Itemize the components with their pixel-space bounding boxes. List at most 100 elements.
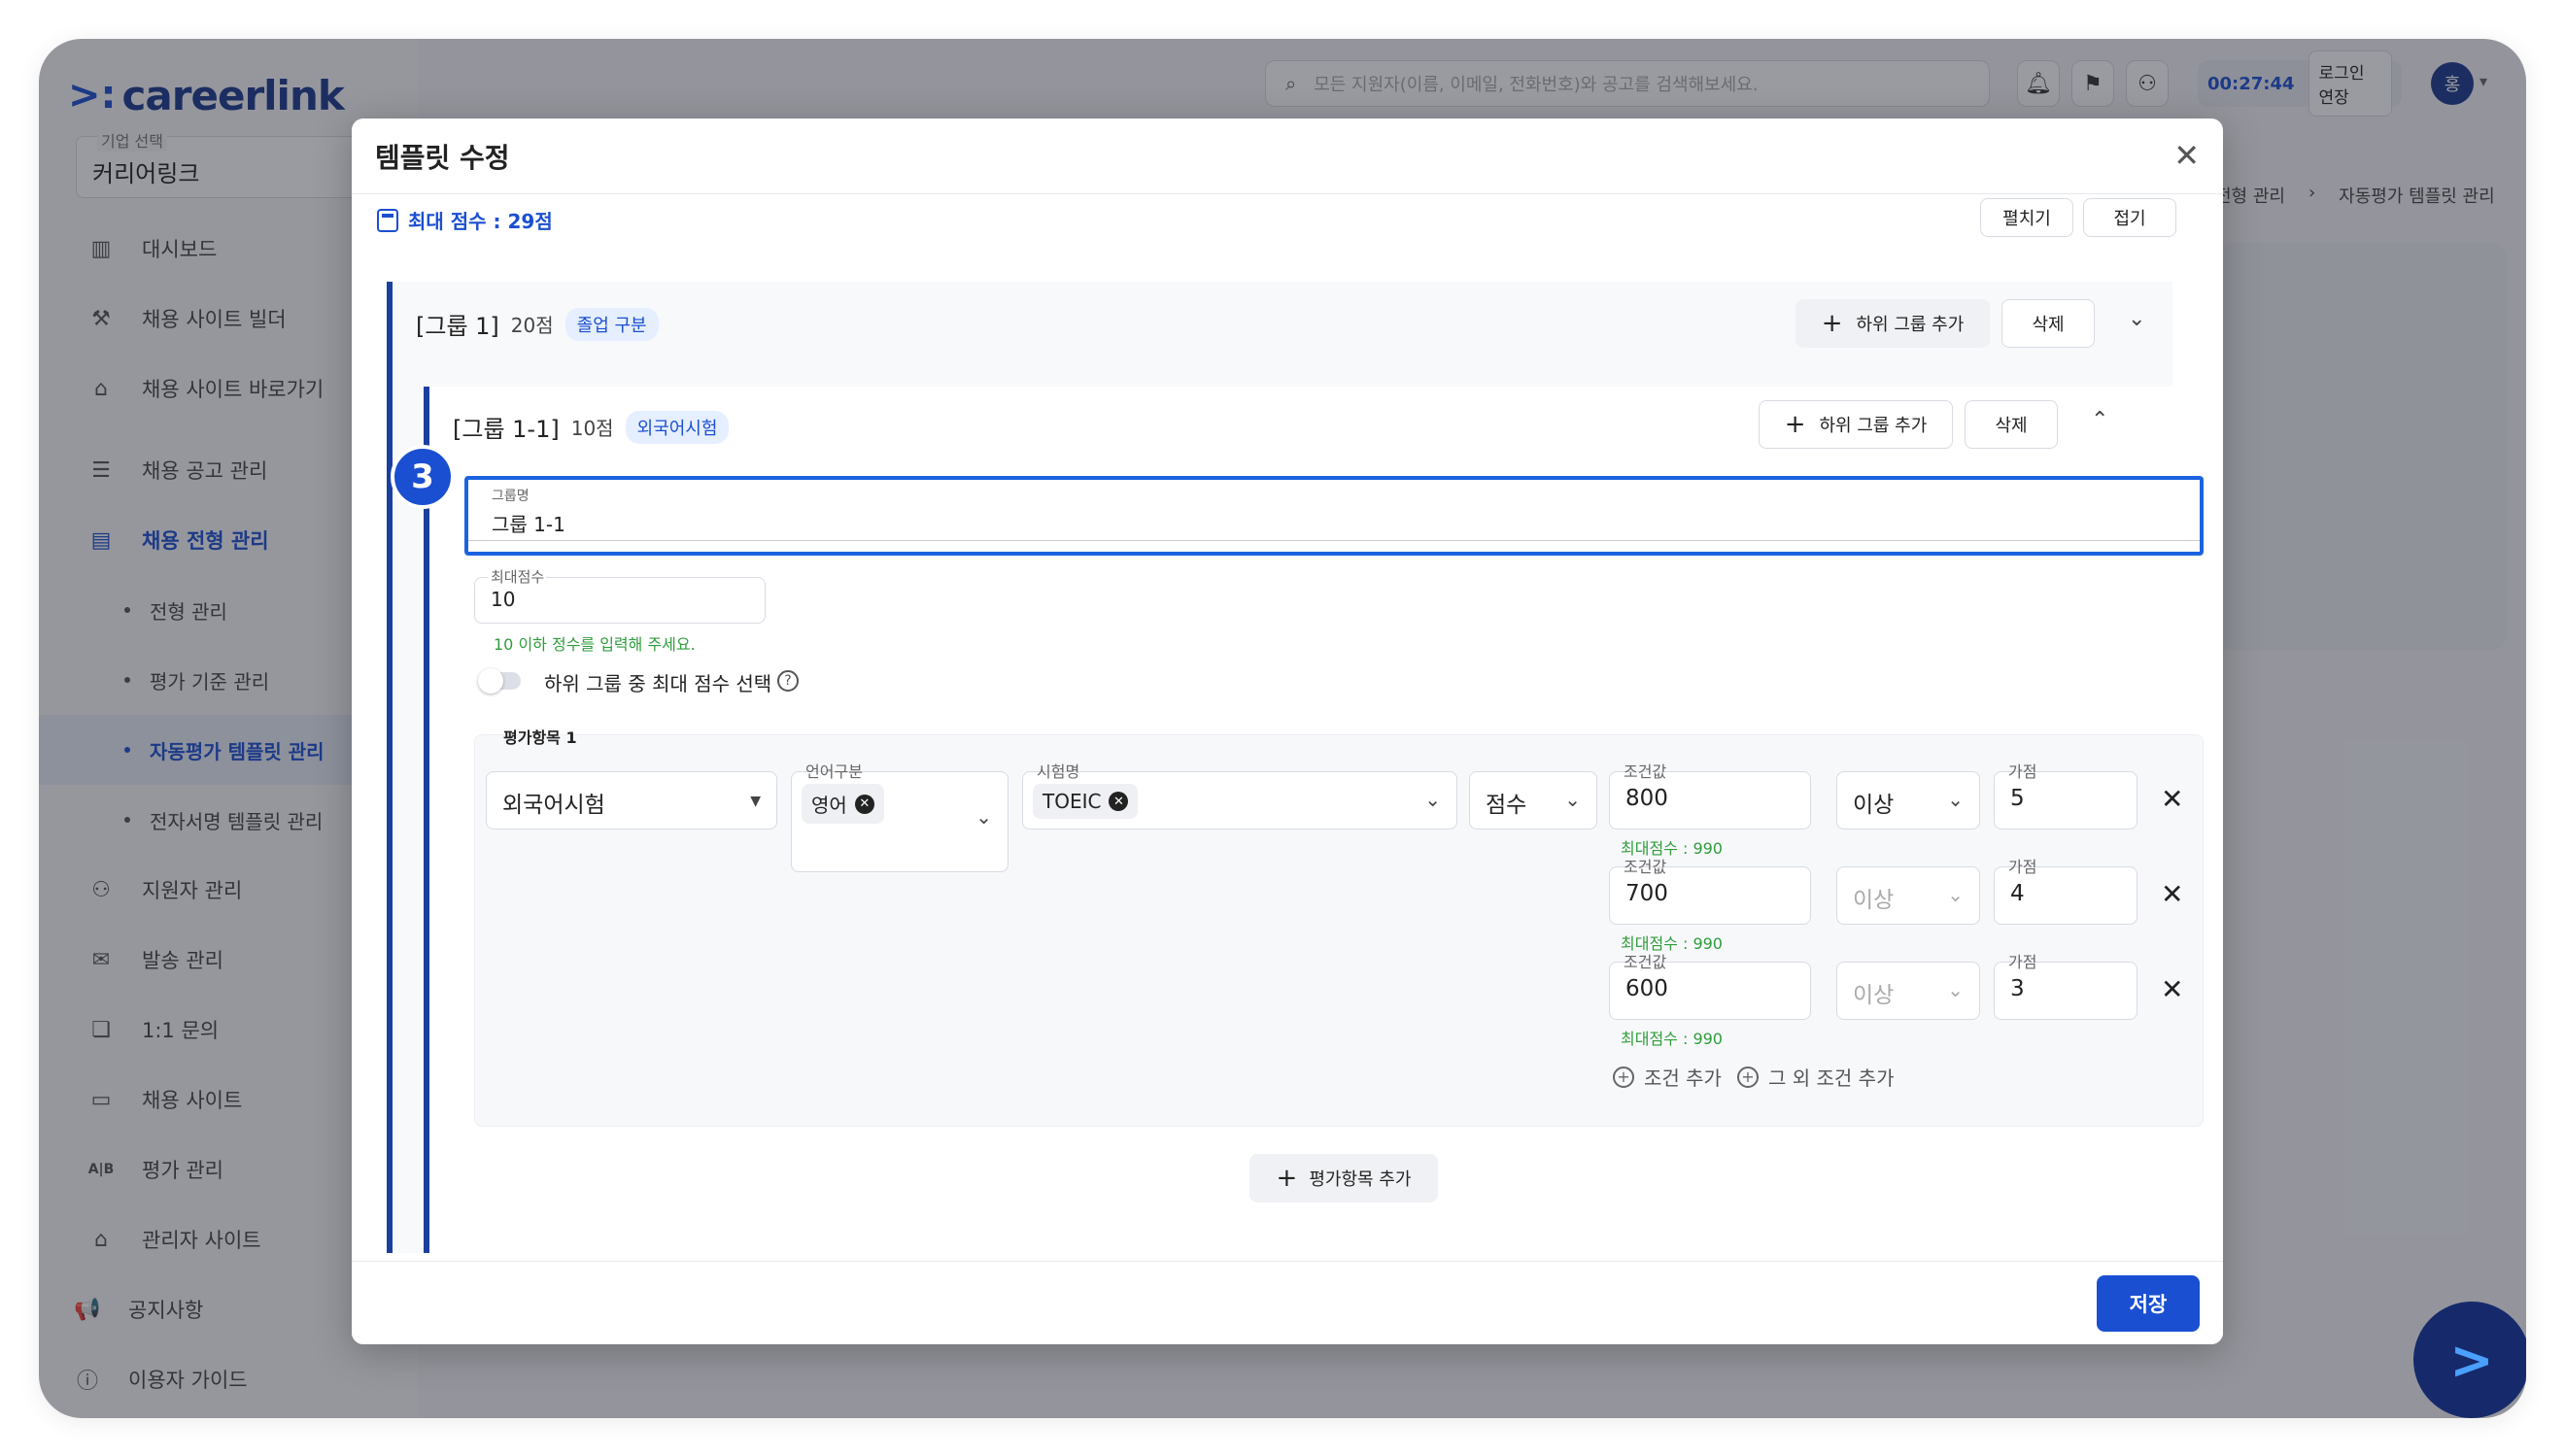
group-1-delete-button[interactable]: 삭제: [2001, 299, 2095, 348]
toggle-label: 하위 그룹 중 최대 점수 선택: [544, 672, 772, 695]
add-sub-label: 하위 그룹 추가: [1856, 315, 1965, 335]
group-1-1-delete-button[interactable]: 삭제: [1965, 400, 2058, 449]
expand-all-button[interactable]: 펼치기: [1980, 198, 2073, 237]
save-button[interactable]: 저장: [2097, 1275, 2200, 1332]
step-number: 3: [411, 457, 434, 496]
add-condition-button[interactable]: + 조건 추가: [1613, 1063, 1722, 1091]
chevron-down-icon: ⌄: [1947, 883, 1964, 906]
condition-label: 조건값: [1624, 858, 1667, 876]
condition-value-input[interactable]: 조건값 700: [1609, 858, 1811, 925]
add-other-condition-label: 그 외 조건 추가: [1768, 1067, 1895, 1090]
condition-op-select[interactable]: 이상 ⌄: [1836, 771, 1980, 830]
modal-footer: 저장: [352, 1261, 2223, 1344]
collapse-label: 접기: [2113, 209, 2146, 229]
condition-label: 조건값: [1624, 762, 1667, 781]
group-1-1-title: [그룹 1-1]: [453, 416, 560, 443]
condition-value: 700: [1625, 881, 1668, 906]
group-name-field[interactable]: 그룹명 그룹 1-1: [464, 476, 2204, 556]
condition-label: 조건값: [1624, 953, 1667, 971]
measure-value: 점수: [1486, 793, 1527, 818]
group-1-header: [그룹 1] 20점 졸업 구분: [416, 307, 659, 341]
language-chip: 영어 ✕: [802, 784, 884, 824]
group-1-1-tag: 외국어시험: [625, 410, 730, 444]
plus-icon: +: [1276, 1164, 1298, 1193]
plus-icon: +: [1784, 410, 1806, 439]
collapse-all-button[interactable]: 접기: [2083, 198, 2176, 237]
condition-value: 800: [1625, 786, 1668, 811]
caret-down-icon: ▼: [750, 794, 761, 809]
max-score-summary: 최대 점수 : 29점: [377, 206, 553, 234]
measure-select[interactable]: 점수 ⌄: [1469, 771, 1597, 830]
condition-value-input[interactable]: 조건값 800: [1609, 762, 1811, 830]
group-name-label: 그룹명: [492, 489, 530, 504]
language-select[interactable]: 언어구분 영어 ✕ ⌄: [791, 762, 1009, 872]
group-1-accent-bar: [387, 282, 393, 1253]
condition-op: 이상: [1853, 888, 1895, 913]
expand-label: 펼치기: [2002, 209, 2051, 229]
points-value: 5: [2010, 786, 2025, 811]
points-label: 가점: [2008, 953, 2037, 971]
add-eval-item-label: 평가항목 추가: [1309, 1169, 1412, 1190]
group-1-tag: 졸업 구분: [564, 307, 659, 341]
logo-mark-icon: >: [2449, 1329, 2494, 1391]
max-score-label: 최대점수: [489, 566, 547, 587]
max-score-text: 최대 점수 : 29점: [408, 210, 553, 233]
points-value: 4: [2010, 881, 2025, 906]
delete-label: 삭제: [2032, 315, 2065, 335]
chevron-down-icon[interactable]: ⌄: [2128, 307, 2145, 331]
add-other-condition-button[interactable]: + 그 외 조건 추가: [1737, 1063, 1894, 1091]
remove-condition-icon[interactable]: ✕: [2161, 973, 2183, 1005]
exam-name-label: 시험명: [1037, 762, 1080, 781]
exam-type-value: 외국어시험: [502, 793, 605, 818]
condition-op-select[interactable]: 이상 ⌄: [1836, 962, 1980, 1020]
group-name-value: 그룹 1-1: [492, 513, 565, 536]
add-condition-label: 조건 추가: [1644, 1067, 1722, 1090]
remove-condition-icon[interactable]: ✕: [2161, 783, 2183, 815]
save-label: 저장: [2129, 1293, 2168, 1316]
plus-circle-icon: +: [1737, 1066, 1759, 1088]
group-1-add-sub-button[interactable]: + 하위 그룹 추가: [1796, 299, 1990, 348]
modal-header: 템플릿 수정 ✕: [352, 119, 2223, 194]
help-icon[interactable]: ?: [777, 670, 799, 692]
chip-label: 영어: [811, 794, 847, 817]
points-input[interactable]: 가점 4: [1994, 858, 2138, 925]
group-1-1-header: [그룹 1-1] 10점 외국어시험: [453, 410, 730, 444]
condition-op: 이상: [1853, 983, 1895, 1008]
points-input[interactable]: 가점 5: [1994, 762, 2138, 830]
chat-launcher-button[interactable]: >: [2413, 1302, 2526, 1418]
max-score-hint: 10 이하 정수를 입력해 주세요.: [494, 635, 696, 654]
close-icon[interactable]: ✕: [2173, 140, 2200, 171]
max-score-value: 10: [491, 588, 516, 611]
group-1-1-add-sub-button[interactable]: + 하위 그룹 추가: [1759, 400, 1953, 449]
condition-value: 600: [1625, 976, 1668, 1001]
calculator-icon: [377, 208, 398, 232]
exam-chip: TOEIC ✕: [1033, 784, 1139, 819]
step-badge: 3: [391, 445, 455, 509]
exam-name-select[interactable]: 시험명 TOEIC ✕ ⌄: [1022, 762, 1457, 830]
field-underline: [468, 540, 2200, 541]
remove-condition-icon[interactable]: ✕: [2161, 878, 2183, 910]
chevron-down-icon: ⌄: [975, 805, 992, 829]
points-label: 가점: [2008, 858, 2037, 876]
chevron-down-icon: ⌄: [1564, 788, 1581, 811]
group-1-title: [그룹 1]: [416, 313, 499, 340]
condition-op: 이상: [1853, 793, 1895, 818]
chevron-down-icon: ⌄: [1424, 788, 1441, 811]
exam-type-select[interactable]: 외국어시험 ▼: [486, 771, 777, 830]
add-eval-item-button[interactable]: + 평가항목 추가: [1249, 1154, 1438, 1202]
max-score-field[interactable]: 최대점수 10: [474, 566, 766, 624]
plus-icon: +: [1821, 309, 1843, 338]
remove-chip-icon[interactable]: ✕: [1109, 792, 1129, 811]
group-1-1-accent-bar: [424, 387, 429, 1253]
chevron-down-icon: ⌄: [1947, 788, 1964, 811]
condition-hint: 최대점수 : 990: [1621, 1030, 1723, 1048]
add-sub-label: 하위 그룹 추가: [1819, 416, 1928, 436]
points-input[interactable]: 가점 3: [1994, 953, 2138, 1020]
chevron-up-icon[interactable]: ⌃: [2091, 408, 2108, 432]
condition-op-select[interactable]: 이상 ⌄: [1836, 866, 1980, 925]
max-score-toggle[interactable]: [478, 668, 521, 694]
remove-chip-icon[interactable]: ✕: [854, 794, 874, 814]
points-value: 3: [2010, 976, 2025, 1001]
condition-value-input[interactable]: 조건값 600: [1609, 953, 1811, 1020]
group-1-score: 20점: [510, 314, 554, 337]
